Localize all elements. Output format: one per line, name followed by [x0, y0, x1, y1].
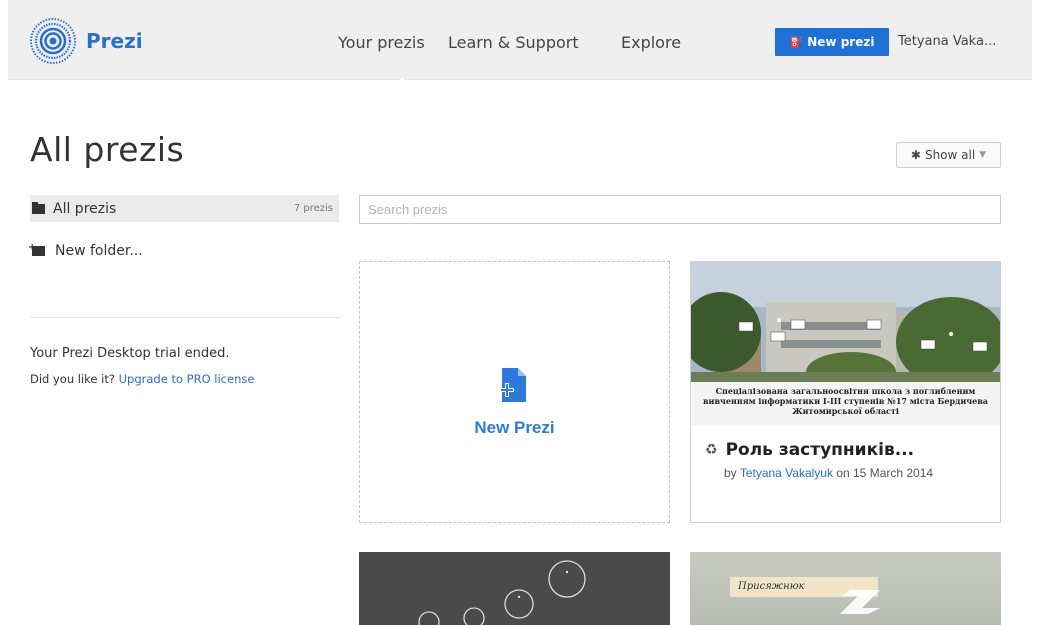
show-all-dropdown[interactable]: ✱ Show all ▼ [896, 142, 1001, 168]
date-text: on 15 March 2014 [836, 466, 934, 480]
top-navigation-bar: Prezi Your prezis Learn & Support Explor… [8, 0, 1032, 91]
sidebar-item-all-prezis[interactable]: All prezis 7 prezis [30, 195, 339, 222]
user-menu[interactable]: Tetyana Vaka... [898, 34, 996, 49]
search-input[interactable] [359, 195, 1001, 224]
logo-text: Prezi [86, 29, 143, 53]
prezi-logo-icon [30, 18, 76, 64]
page-title: All prezis [30, 130, 185, 169]
prezi-thumbnail [418, 560, 586, 625]
sidebar-divider [30, 317, 339, 318]
upgrade-prompt: Did you like it? Upgrade to PRO license [30, 372, 254, 386]
new-prezi-button[interactable]: ⛽ New prezi [775, 28, 889, 56]
nav-learn-support[interactable]: Learn & Support [448, 33, 579, 52]
prezi-title[interactable]: ♻ Роль заступників... [705, 440, 914, 460]
reusable-icon: ♻ [705, 442, 718, 458]
sidebar-item-label: All prezis [53, 200, 117, 217]
prezi-thumbnail [840, 590, 880, 614]
author-link[interactable]: Tetyana Vakalyuk [740, 466, 833, 480]
prezi-card[interactable]: Спеціалізована загальноосвітня школа з п… [690, 261, 1001, 523]
prezi-thumbnail: Спеціалізована загальноосвітня школа з п… [691, 262, 1000, 425]
nav-active-indicator [388, 77, 416, 91]
chevron-down-icon: ▼ [979, 150, 987, 160]
new-prezi-label: New prezi [807, 35, 875, 49]
new-folder-label: New folder... [55, 243, 143, 259]
by-text: by [724, 466, 737, 480]
new-prezi-tile-label: New Prezi [474, 418, 555, 437]
prezi-title-text: Роль заступників... [725, 440, 915, 460]
new-document-icon [500, 368, 526, 402]
folder-icon [32, 201, 45, 214]
nav-your-prezis[interactable]: Your prezis [338, 33, 425, 52]
upgrade-link[interactable]: Upgrade to PRO license [119, 372, 255, 386]
prezi-logo[interactable]: Prezi [28, 16, 143, 66]
trial-question: Did you like it? [30, 372, 115, 386]
trial-ended-message: Your Prezi Desktop trial ended. [30, 346, 230, 361]
new-prezi-tile[interactable]: New Prezi [359, 261, 670, 523]
show-all-label: Show all [924, 148, 976, 162]
add-folder-icon [28, 242, 45, 256]
thumbnail-caption: Спеціалізована загальноосвітня школа з п… [703, 386, 988, 416]
nav-explore[interactable]: Explore [621, 33, 681, 52]
new-folder-button[interactable]: New folder... [28, 242, 143, 259]
prezi-card-partial[interactable]: Присяжнюк [690, 552, 1001, 625]
new-prezi-icon: ⛽ [789, 35, 804, 49]
prezi-meta: by Tetyana Vakalyuk on 15 March 2014 [724, 467, 974, 479]
gear-icon: ✱ [910, 148, 921, 162]
prezi-count: 7 prezis [293, 203, 333, 214]
prezi-card-partial[interactable] [359, 552, 670, 625]
